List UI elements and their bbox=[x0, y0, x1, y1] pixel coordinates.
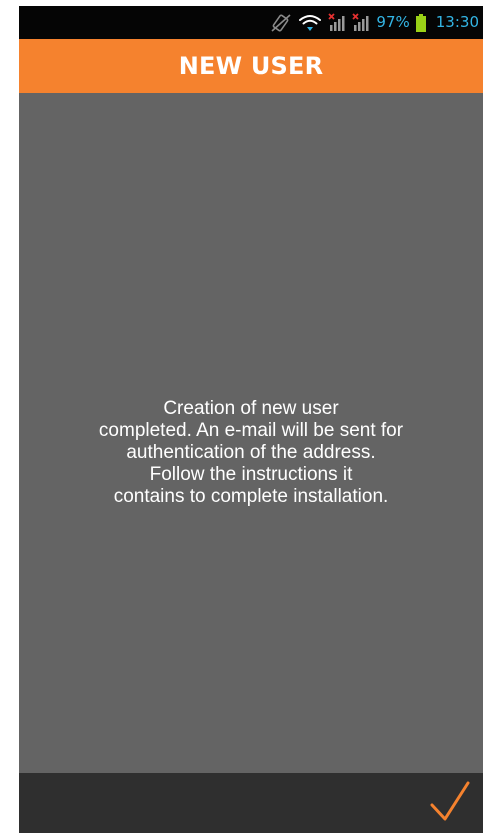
battery-percent: 97% bbox=[376, 13, 410, 31]
bottom-bar bbox=[19, 773, 483, 833]
battery-icon bbox=[415, 13, 426, 33]
checkmark-icon bbox=[429, 780, 471, 829]
app-screen: 97% 13:30 NEW USER Creation of new user … bbox=[19, 6, 483, 833]
confirmation-message: Creation of new user completed. An e-mai… bbox=[98, 398, 404, 507]
signal-no-sim-icon bbox=[352, 12, 370, 33]
status-bar: 97% 13:30 bbox=[19, 6, 483, 39]
confirm-button[interactable] bbox=[427, 779, 473, 829]
signal-no-sim-icon bbox=[328, 12, 346, 33]
message-area: Creation of new user completed. An e-mai… bbox=[19, 93, 483, 773]
status-clock: 13:30 bbox=[435, 13, 479, 31]
title-bar: NEW USER bbox=[19, 39, 483, 93]
vibrate-icon bbox=[270, 13, 292, 33]
page-title: NEW USER bbox=[178, 52, 324, 80]
wifi-icon bbox=[298, 13, 322, 33]
status-icons: 97% 13:30 bbox=[270, 6, 479, 39]
